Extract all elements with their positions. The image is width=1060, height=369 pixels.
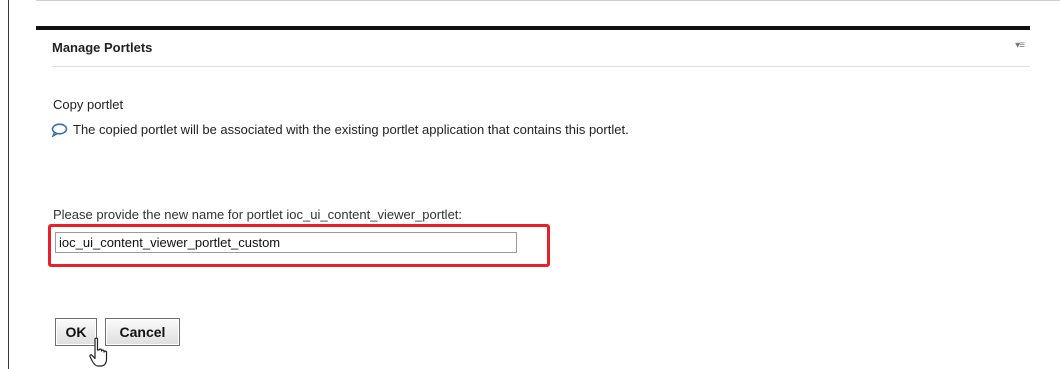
menu-arrow-icon[interactable]: ▾≡	[1015, 40, 1025, 51]
portlet-title: Manage Portlets	[52, 40, 153, 55]
manage-portlets-panel: Manage Portlets ▾≡ Copy portlet The copi…	[36, 26, 1030, 369]
info-text: The copied portlet will be associated wi…	[73, 122, 629, 137]
section-heading: Copy portlet	[53, 97, 124, 112]
new-name-input[interactable]	[55, 232, 517, 253]
title-divider	[52, 66, 1030, 67]
page: Manage Portlets ▾≡ Copy portlet The copi…	[0, 0, 1060, 369]
info-message: The copied portlet will be associated wi…	[51, 122, 629, 137]
cancel-button[interactable]: Cancel	[105, 318, 180, 346]
hand-cursor-icon	[89, 337, 108, 367]
top-border	[36, 0, 1060, 1]
portlet-top-bar	[36, 26, 1030, 30]
new-name-label: Please provide the new name for portlet …	[53, 207, 463, 222]
left-border	[8, 0, 9, 369]
speech-bubble-icon	[51, 122, 68, 137]
